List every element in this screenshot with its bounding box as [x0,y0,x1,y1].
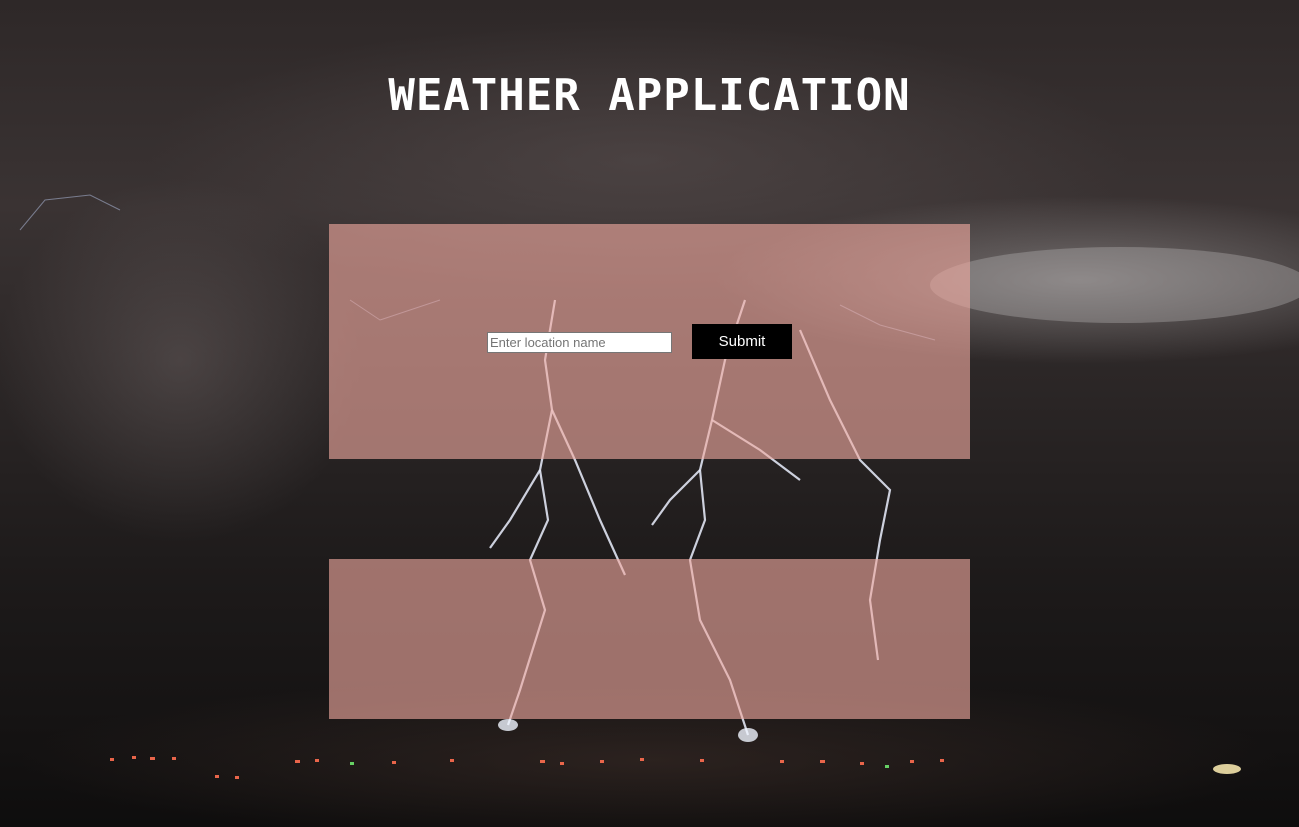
results-panel [329,559,970,719]
submit-button[interactable]: Submit [692,324,792,359]
page-title: WEATHER APPLICATION [388,70,911,121]
location-input[interactable] [487,332,672,353]
search-panel: Submit [329,224,970,459]
